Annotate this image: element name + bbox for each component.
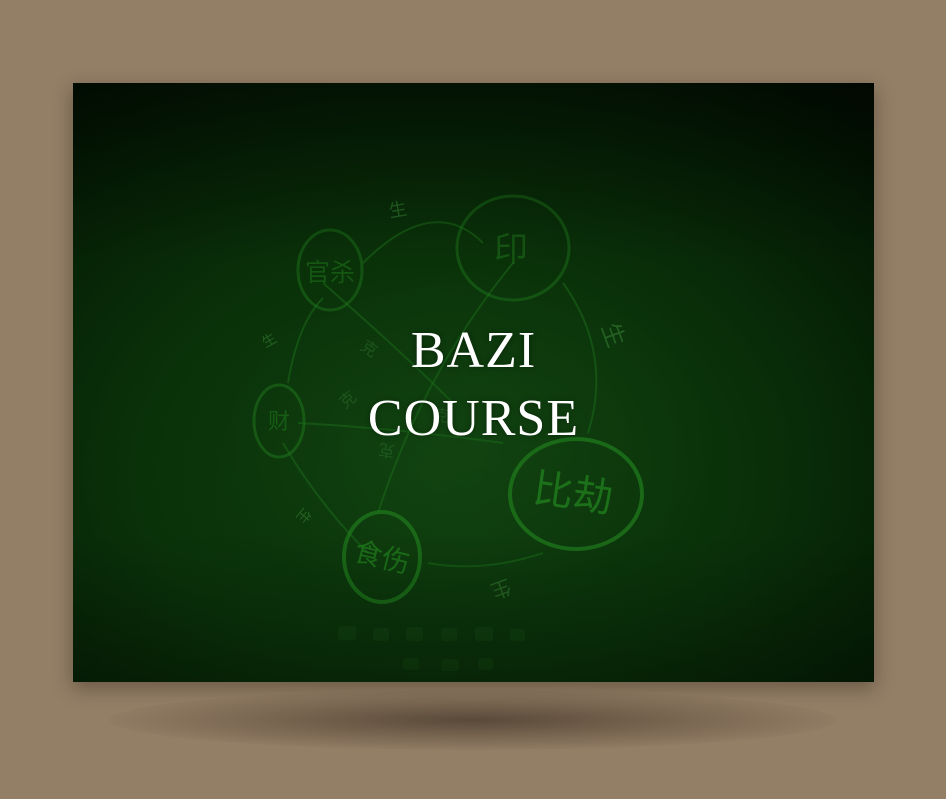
line-bijie-shishang [427, 552, 544, 568]
course-cover-card: 印 官杀 财 食伤 比劫 生 生 生 生 生 克 克 克 克 BAZI COUR… [73, 83, 874, 682]
relation-sheng-3: 生 [487, 574, 514, 603]
relation-sheng-1: 生 [387, 199, 408, 223]
faint-glyph [338, 626, 356, 640]
faint-glyph [373, 628, 389, 641]
title-line-2: COURSE [367, 390, 580, 447]
faint-glyph [406, 627, 423, 641]
faint-glyph [441, 659, 459, 671]
line-guansha-yin [362, 221, 484, 264]
faint-glyph [510, 629, 525, 641]
node-guansha-label: 官杀 [305, 258, 355, 287]
node-yin-label: 印 [494, 230, 528, 270]
faint-decorative-script [338, 626, 525, 671]
five-elements-diagram: 印 官杀 财 食伤 比劫 生 生 生 生 生 克 克 克 克 [252, 194, 644, 671]
node-bijie-label: 比劫 [530, 466, 616, 523]
title-line-1: BAZI [410, 322, 537, 379]
faint-glyph [475, 627, 493, 641]
stage: 印 官杀 财 食伤 比劫 生 生 生 生 生 克 克 克 克 BAZI COUR… [0, 0, 946, 799]
line-shishang-cai [282, 442, 369, 554]
node-shishang-label: 食伤 [351, 535, 413, 581]
faint-glyph [441, 628, 457, 641]
faint-glyph [478, 658, 493, 670]
faint-glyph [403, 658, 419, 670]
card-shadow [110, 690, 836, 750]
relation-sheng-4: 生 [293, 505, 314, 526]
line-ke-3 [377, 262, 514, 514]
